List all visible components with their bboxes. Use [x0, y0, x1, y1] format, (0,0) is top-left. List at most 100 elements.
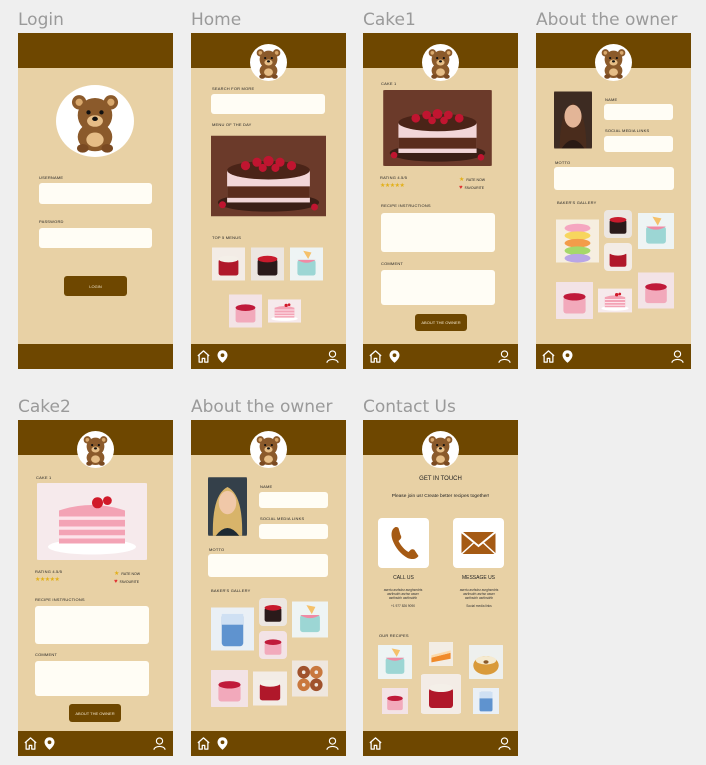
user-icon[interactable] [497, 736, 512, 751]
call-info: asertu asrfsdsr asrghsedrts asrthsdrh as… [371, 588, 435, 608]
star-icon: ★ [114, 571, 120, 577]
bear-logo-icon [56, 85, 134, 157]
rate-now-button[interactable]: ★ RATE NOW [459, 176, 485, 183]
favourite-button[interactable]: ♥ FAVOURITE [459, 185, 484, 191]
recipe-instructions-box[interactable] [381, 213, 495, 252]
motto-label: MOTTO [209, 547, 225, 552]
app-footer [363, 731, 518, 756]
recipe-image[interactable] [378, 688, 412, 714]
gallery-image[interactable] [259, 631, 287, 659]
favourite-label: FAVOURITE [464, 186, 485, 190]
home-icon[interactable] [196, 349, 211, 364]
gallery-label: BAKER'S GALLERY [557, 200, 597, 205]
gallery-image[interactable] [292, 647, 328, 710]
bear-logo-icon [422, 44, 459, 81]
mail-icon [460, 531, 497, 555]
top-menu-item[interactable] [290, 244, 323, 284]
cake2-screen: CAKE 1 RATING 4.5/5 ★★★★★ ★ RATE NOW ♥ FAV… [18, 420, 173, 756]
comment-input[interactable] [381, 270, 495, 305]
gallery-image[interactable] [292, 598, 328, 641]
search-input[interactable] [211, 94, 325, 114]
message-info: asertu asrfsdsr asrghsedrts asrthsdrh as… [447, 588, 511, 608]
gallery-image[interactable] [604, 210, 632, 238]
app-footer [191, 731, 346, 756]
login-screen: USERNAME PASSWORD LOGIN [18, 33, 173, 369]
home-icon[interactable] [196, 736, 211, 751]
motto-field[interactable] [554, 167, 674, 190]
gallery-image[interactable] [211, 667, 248, 710]
recipe-instructions-box[interactable] [35, 606, 149, 644]
user-icon[interactable] [325, 349, 340, 364]
social-links-field[interactable] [604, 136, 673, 152]
recipe-image[interactable] [378, 642, 412, 682]
username-label: USERNAME [39, 175, 64, 180]
home-icon[interactable] [368, 349, 383, 364]
gallery-image[interactable] [259, 598, 287, 626]
recipe-image[interactable] [420, 674, 462, 714]
cake-label: CAKE 1 [381, 81, 397, 86]
user-icon[interactable] [670, 349, 685, 364]
menu-of-day-image[interactable] [211, 130, 326, 222]
call-us-button[interactable] [378, 518, 429, 568]
name-field[interactable] [259, 492, 328, 508]
password-input[interactable] [39, 228, 152, 248]
login-button[interactable]: LOGIN [64, 276, 127, 296]
home-icon[interactable] [368, 736, 383, 751]
gallery-image[interactable] [604, 243, 632, 271]
rate-now-button[interactable]: ★ RATE NOW [114, 570, 140, 577]
frame-title-about1: About the owner [536, 10, 678, 30]
menu-of-day-label: MENU OF THE DAY [212, 122, 252, 127]
gallery-image[interactable] [638, 259, 674, 322]
about-owner-screen: NAME SOCIAL MEDIA LINKS MOTTO BAKER'S GA… [536, 33, 691, 369]
star-rating[interactable]: ★★★★★ [35, 576, 60, 583]
home-icon[interactable] [23, 736, 38, 751]
rate-now-label: RATE NOW [466, 177, 485, 182]
user-icon[interactable] [152, 736, 167, 751]
about-owner-button[interactable]: ABOUT THE OWNER [415, 314, 467, 331]
recipe-image[interactable] [469, 688, 503, 714]
recipe-image[interactable] [469, 642, 503, 682]
gallery-image[interactable] [211, 598, 254, 660]
location-pin-icon[interactable] [215, 349, 230, 364]
motto-field[interactable] [208, 554, 328, 577]
gallery-image[interactable] [556, 210, 599, 272]
gallery-image[interactable] [638, 210, 674, 252]
owner-photo [208, 475, 247, 538]
social-links-field[interactable] [259, 524, 328, 539]
social-links-label: SOCIAL MEDIA LINKS [605, 128, 650, 133]
message-text-line: asrthsdrh asrthsdrth [464, 596, 494, 601]
location-pin-icon[interactable] [215, 736, 230, 751]
top-menu-item[interactable] [212, 244, 245, 284]
message-us-label: MESSAGE US [461, 575, 496, 581]
location-pin-icon[interactable] [387, 349, 402, 364]
home-icon[interactable] [541, 349, 556, 364]
user-icon[interactable] [325, 736, 340, 751]
user-icon[interactable] [497, 349, 512, 364]
top-menu-item[interactable] [229, 291, 262, 331]
about-owner-button[interactable]: ABOUT THE OWNER [69, 704, 121, 722]
call-phone-number[interactable]: +1 977 826 9090 [371, 604, 435, 608]
frame-title-cake2: Cake2 [18, 397, 71, 417]
rating-label: RATING 4.5/5 [35, 569, 63, 574]
top-menu-item[interactable] [268, 291, 301, 331]
location-pin-icon[interactable] [560, 349, 575, 364]
gallery-image[interactable] [253, 667, 287, 710]
comment-label: COMMENT [35, 652, 58, 657]
top-menu-item[interactable] [251, 244, 284, 284]
star-rating[interactable]: ★★★★★ [380, 182, 405, 189]
name-field[interactable] [604, 104, 673, 120]
favourite-button[interactable]: ♥ FAVOURITE [114, 579, 139, 585]
app-footer [536, 344, 691, 369]
star-icon: ★ [459, 177, 465, 183]
gallery-image[interactable] [598, 279, 632, 322]
username-input[interactable] [39, 183, 152, 204]
app-footer [363, 344, 518, 369]
owner-photo [554, 89, 592, 151]
cake-image [35, 483, 149, 560]
social-media-link[interactable]: Social media links [447, 604, 511, 608]
location-pin-icon[interactable] [42, 736, 57, 751]
comment-input[interactable] [35, 661, 149, 696]
message-us-button[interactable] [453, 518, 504, 568]
gallery-image[interactable] [556, 279, 593, 322]
recipe-image[interactable] [420, 642, 462, 666]
